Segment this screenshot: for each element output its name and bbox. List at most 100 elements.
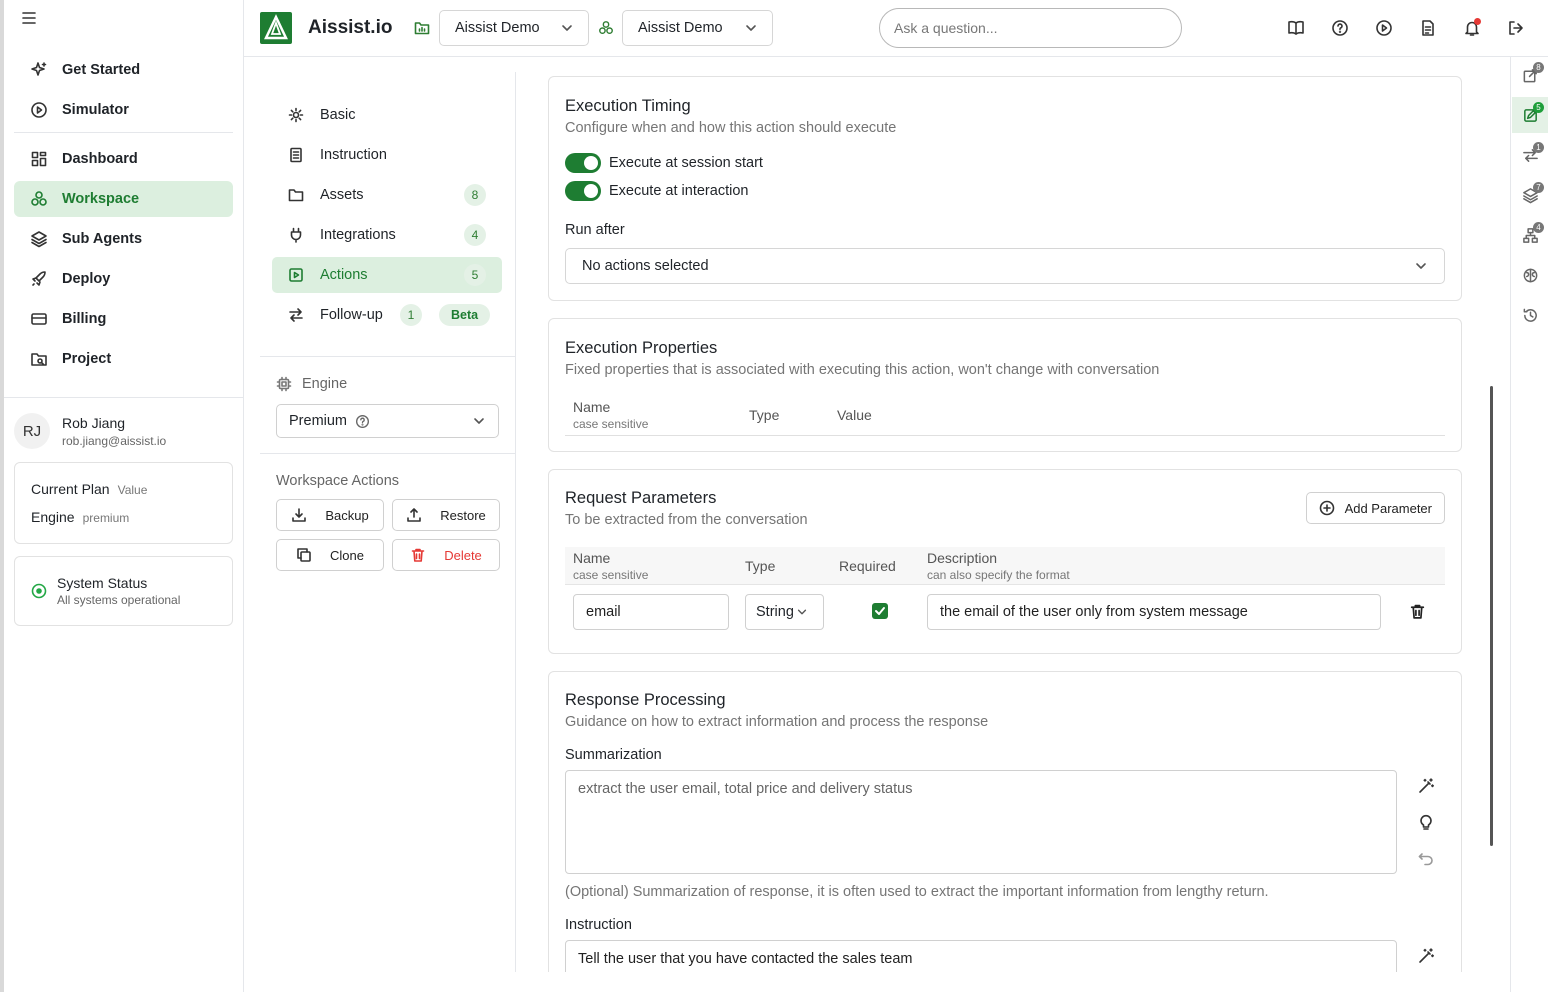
restore-button[interactable]: Restore — [392, 499, 500, 531]
help-icon[interactable] — [355, 414, 370, 429]
nav-project[interactable]: Project — [14, 341, 233, 377]
assets-count: 8 — [464, 184, 486, 206]
main-scrollbar[interactable] — [1490, 386, 1493, 846]
upload-icon — [407, 508, 422, 522]
workspace-subnav: Basic Instruction Assets 8 Integrations … — [260, 72, 516, 972]
col-value-header: Value — [837, 407, 872, 423]
status-title: System Status — [57, 575, 148, 591]
rail-item-edit-doc[interactable]: 5 — [1512, 97, 1548, 133]
add-parameter-button[interactable]: Add Parameter — [1305, 492, 1445, 524]
col-name-sub: case sensitive — [573, 417, 649, 431]
book-icon[interactable] — [1287, 19, 1305, 37]
nav-deploy[interactable]: Deploy — [14, 261, 233, 297]
help-icon[interactable] — [1331, 19, 1349, 37]
integrations-count: 4 — [464, 224, 486, 246]
user-name: Rob Jiang — [62, 414, 126, 431]
delete-label: Delete — [444, 547, 482, 563]
subnav-follow-up[interactable]: Follow-up 1 Beta — [272, 297, 502, 333]
clone-button[interactable]: Clone — [276, 539, 384, 571]
magic-wand-icon[interactable] — [1417, 777, 1435, 795]
param-type-value: String — [756, 604, 794, 620]
checkmark-icon — [875, 607, 885, 615]
user-profile[interactable]: RJ Rob Jiang rob.jiang@aissist.io — [14, 410, 233, 452]
follow-up-count: 1 — [400, 304, 422, 326]
rail-item-network[interactable]: 4 — [1512, 217, 1548, 253]
brain-icon — [1523, 268, 1537, 282]
brand-name: Aissist.io — [308, 17, 393, 38]
rail-item-stack[interactable]: 7 — [1512, 177, 1548, 213]
magic-wand-icon[interactable] — [1417, 947, 1435, 965]
instruction-textarea[interactable]: Tell the user that you have contacted th… — [565, 940, 1397, 972]
beta-badge: Beta — [439, 304, 491, 326]
rail-item-brain[interactable] — [1512, 257, 1548, 293]
main-nav: Get Started Simulator Dashboard Workspac… — [14, 52, 233, 381]
nav-get-started[interactable]: Get Started — [14, 52, 233, 88]
ask-question-input[interactable] — [879, 8, 1182, 48]
execution-properties-panel: Execution Properties Fixed properties th… — [548, 318, 1462, 452]
col-required-header: Required — [839, 558, 896, 574]
param-name-input[interactable] — [573, 594, 729, 630]
nav-simulator[interactable]: Simulator — [14, 92, 233, 128]
panel-title: Execution Properties — [565, 339, 718, 357]
summarization-textarea[interactable] — [565, 770, 1397, 874]
request-parameters-panel: Request Parameters To be extracted from … — [548, 469, 1462, 654]
param-description-input[interactable] — [927, 594, 1381, 630]
workspace-select-value: Aissist Demo — [638, 20, 723, 36]
col-description-header: Description can also specify the format — [927, 550, 1070, 582]
subnav-divider — [260, 356, 516, 357]
subnav-instruction[interactable]: Instruction — [272, 137, 502, 173]
rail-item-share[interactable]: 8 — [1512, 57, 1548, 93]
rail-item-transfer[interactable]: 1 — [1512, 137, 1548, 173]
subnav-label: Basic — [320, 107, 356, 123]
download-icon — [292, 508, 307, 522]
logout-icon[interactable] — [1507, 19, 1525, 37]
subnav-assets[interactable]: Assets 8 — [272, 177, 502, 213]
param-required-checkbox[interactable] — [872, 603, 888, 619]
hamburger-menu-icon[interactable] — [20, 9, 38, 27]
project-select[interactable]: Aissist Demo — [439, 10, 589, 46]
col-name-label: Name — [573, 399, 611, 415]
param-type-select[interactable]: String — [745, 594, 824, 630]
delete-button[interactable]: Delete — [392, 539, 500, 571]
interaction-toggle[interactable] — [565, 181, 601, 201]
play-icon[interactable] — [1375, 19, 1393, 37]
subnav-basic[interactable]: Basic — [272, 97, 502, 133]
subnav-integrations[interactable]: Integrations 4 — [272, 217, 502, 253]
rail-item-history[interactable] — [1512, 297, 1548, 333]
subnav-actions[interactable]: Actions 5 — [272, 257, 502, 293]
trash-icon[interactable] — [1409, 603, 1426, 620]
workspace-select[interactable]: Aissist Demo — [622, 10, 773, 46]
panel-description: To be extracted from the conversation — [565, 512, 808, 528]
undo-icon[interactable] — [1417, 849, 1435, 867]
session-start-toggle[interactable] — [565, 153, 601, 173]
engine-select[interactable]: Premium — [276, 404, 499, 438]
run-after-select[interactable]: No actions selected — [565, 248, 1445, 284]
document-icon[interactable] — [1419, 19, 1437, 37]
run-after-label: Run after — [565, 222, 625, 238]
col-name-label: Name — [573, 550, 611, 566]
workspace-icon — [31, 191, 47, 206]
header-divider — [565, 435, 1445, 436]
engine-value: premium — [82, 511, 130, 525]
rail-badge: 7 — [1533, 182, 1544, 193]
nav-sub-agents[interactable]: Sub Agents — [14, 221, 233, 257]
nav-workspace[interactable]: Workspace — [14, 181, 233, 217]
engine-select-value: Premium — [289, 413, 348, 429]
system-status-card[interactable]: System Status All systems operational — [14, 556, 233, 626]
credit-card-icon — [31, 313, 47, 325]
nav-dashboard[interactable]: Dashboard — [14, 141, 233, 177]
subnav-label: Assets — [320, 187, 364, 203]
brand-logo[interactable] — [260, 12, 292, 44]
nav-billing[interactable]: Billing — [14, 301, 233, 337]
lightbulb-icon[interactable] — [1417, 813, 1435, 831]
subnav-label: Integrations — [320, 227, 396, 243]
engine-heading: Engine — [276, 376, 347, 392]
toggle-interaction-row: Execute at interaction — [565, 181, 748, 201]
top-bar: Aissist.io Aissist Demo Aissist Demo — [244, 0, 1548, 57]
nav-label: Get Started — [62, 62, 141, 78]
response-processing-panel: Response Processing Guidance on how to e… — [548, 671, 1462, 972]
plus-circle-icon — [1319, 500, 1334, 516]
chevron-down-icon — [1416, 263, 1426, 269]
action-icon — [289, 268, 303, 282]
backup-button[interactable]: Backup — [276, 499, 384, 531]
